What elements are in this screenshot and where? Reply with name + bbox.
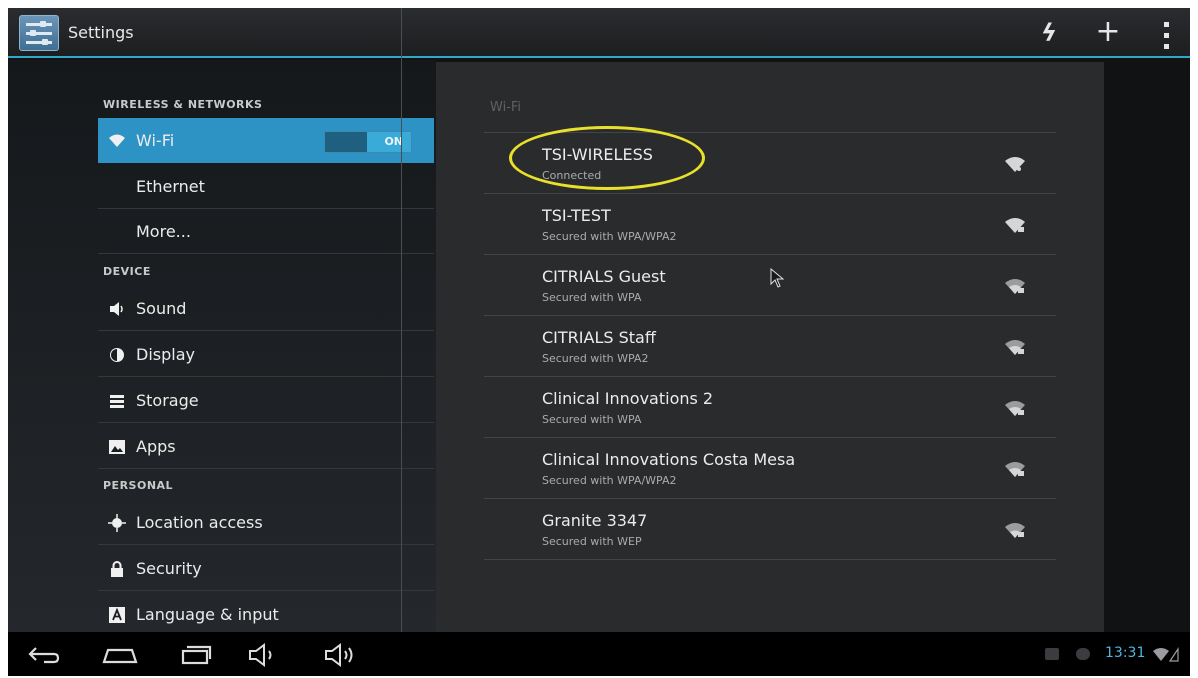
sidebar-item-label: Sound bbox=[136, 299, 187, 318]
wifi-secured-icon bbox=[1005, 218, 1025, 233]
network-item[interactable]: CITRIALS Staff Secured with WPA2 bbox=[484, 316, 1056, 376]
back-icon[interactable] bbox=[24, 642, 64, 668]
sidebar-item-more[interactable]: More... bbox=[98, 209, 434, 254]
sidebar-item-label: Apps bbox=[136, 437, 176, 456]
sidebar-item-label: Language & input bbox=[136, 605, 279, 624]
network-item[interactable]: Clinical Innovations 2 Secured with WPA bbox=[484, 377, 1056, 437]
network-name: TSI-TEST bbox=[542, 206, 611, 225]
wifi-secured-icon bbox=[1005, 340, 1025, 355]
wps-sync-icon[interactable]: ϟ bbox=[1032, 16, 1066, 50]
sidebar-item-storage[interactable]: Storage bbox=[98, 378, 434, 423]
sidebar-item-language[interactable]: Language & input bbox=[98, 592, 434, 637]
sidebar-item-label: Wi-Fi bbox=[136, 131, 175, 150]
wifi-toggle-switch[interactable]: ON bbox=[324, 131, 412, 153]
network-item[interactable]: Clinical Innovations Costa Mesa Secured … bbox=[484, 438, 1056, 498]
apps-icon bbox=[108, 438, 126, 456]
home-icon[interactable] bbox=[100, 642, 140, 668]
section-header: PERSONAL bbox=[103, 479, 174, 492]
wifi-network-list: Wi-Fi TSI-WIRELESS Connected TSI-TEST Se… bbox=[436, 62, 1104, 632]
network-item[interactable]: TSI-TEST Secured with WPA/WPA2 bbox=[484, 194, 1056, 254]
android-screen: Settings ϟ + WIRELESS & NETWORKS Wi-Fi O… bbox=[8, 8, 1190, 676]
sidebar-item-label: Security bbox=[136, 559, 202, 578]
section-header: DEVICE bbox=[103, 265, 151, 278]
network-status: Secured with WPA bbox=[542, 291, 642, 304]
network-status: Secured with WPA2 bbox=[542, 352, 649, 365]
sidebar-item-label: Location access bbox=[136, 513, 263, 532]
add-network-icon[interactable]: + bbox=[1091, 16, 1125, 50]
sidebar-item-label: Storage bbox=[136, 391, 199, 410]
mouse-cursor-icon bbox=[770, 268, 785, 288]
network-status: Secured with WPA/WPA2 bbox=[542, 474, 677, 487]
network-name: CITRIALS Staff bbox=[542, 328, 656, 347]
wifi-icon bbox=[108, 132, 126, 150]
volume-down-icon[interactable] bbox=[244, 642, 284, 668]
brightness-icon bbox=[108, 346, 126, 364]
section-header: WIRELESS & NETWORKS bbox=[103, 98, 263, 111]
network-status: Secured with WPA/WPA2 bbox=[542, 230, 677, 243]
sidebar-item-label: Display bbox=[136, 345, 195, 364]
location-icon bbox=[108, 514, 126, 532]
settings-app-icon[interactable] bbox=[19, 15, 59, 51]
keyboard-letter-icon bbox=[108, 606, 126, 624]
overflow-menu-icon[interactable] bbox=[1149, 16, 1183, 50]
sidebar-item-display[interactable]: Display bbox=[98, 332, 434, 377]
highlight-annotation-circle bbox=[509, 126, 705, 190]
status-clock[interactable]: 13:31 bbox=[1105, 645, 1145, 661]
network-name: Clinical Innovations 2 bbox=[542, 389, 714, 408]
app-title: Settings bbox=[68, 23, 134, 42]
storage-notification-icon[interactable] bbox=[1076, 648, 1090, 660]
wifi-secured-icon bbox=[1005, 279, 1025, 294]
system-navigation-bar: 13:31 bbox=[8, 632, 1190, 676]
pane-divider bbox=[401, 8, 402, 676]
network-name: Clinical Innovations Costa Mesa bbox=[542, 450, 796, 469]
lock-icon bbox=[108, 560, 126, 578]
sidebar-item-sound[interactable]: Sound bbox=[98, 286, 434, 331]
recent-apps-icon[interactable] bbox=[176, 642, 216, 668]
sidebar-item-label: More... bbox=[136, 222, 191, 241]
network-status: Secured with WPA bbox=[542, 413, 642, 426]
action-bar: Settings ϟ + bbox=[8, 8, 1190, 58]
network-item[interactable]: Granite 3347 Secured with WEP bbox=[484, 499, 1056, 559]
wifi-secured-icon bbox=[1005, 462, 1025, 477]
sidebar-item-ethernet[interactable]: Ethernet bbox=[98, 164, 434, 209]
sidebar-item-apps[interactable]: Apps bbox=[98, 424, 434, 469]
wifi-signal-icon bbox=[1005, 157, 1025, 172]
volume-up-icon[interactable] bbox=[320, 642, 360, 668]
network-status: Secured with WEP bbox=[542, 535, 642, 548]
sidebar-item-security[interactable]: Security bbox=[98, 546, 434, 591]
sidebar-item-label: Ethernet bbox=[136, 177, 205, 196]
wifi-status-icon bbox=[1153, 647, 1179, 662]
sidebar-item-wifi[interactable]: Wi-Fi ON bbox=[98, 118, 434, 163]
sidebar-item-location[interactable]: Location access bbox=[98, 500, 434, 545]
settings-category-list: WIRELESS & NETWORKS Wi-Fi ON Ethernet Mo… bbox=[8, 60, 436, 632]
notification-icon[interactable] bbox=[1045, 648, 1059, 660]
network-name: Granite 3347 bbox=[542, 511, 648, 530]
network-name: CITRIALS Guest bbox=[542, 267, 666, 286]
storage-icon bbox=[108, 392, 126, 410]
speaker-icon bbox=[108, 300, 126, 318]
pane-title: Wi-Fi bbox=[490, 100, 522, 115]
wifi-secured-icon bbox=[1005, 401, 1025, 416]
wifi-secured-icon bbox=[1005, 523, 1025, 538]
